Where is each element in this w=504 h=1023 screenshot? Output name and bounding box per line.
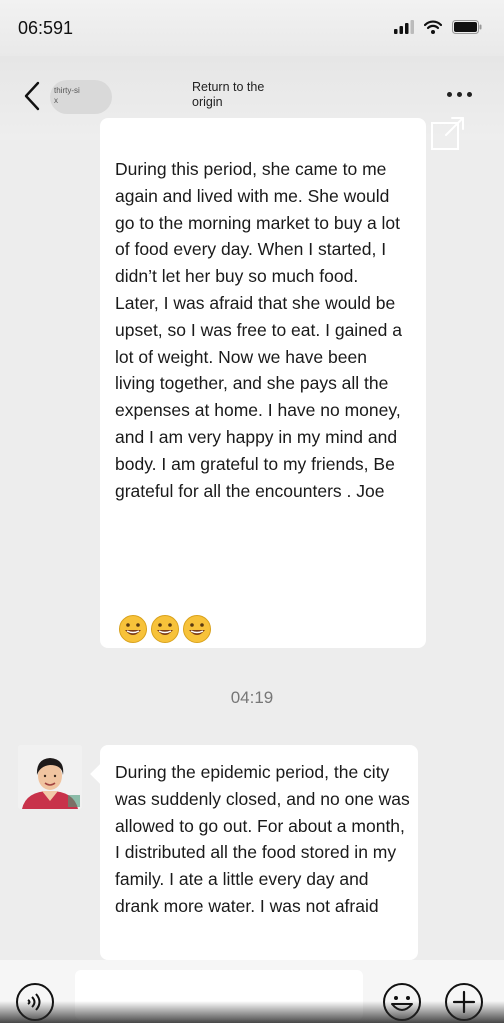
avatar[interactable] <box>18 745 82 809</box>
message-bubble[interactable]: During this period, she came to me again… <box>100 118 426 648</box>
chat-area[interactable]: During this period, she came to me again… <box>0 100 504 960</box>
emoji-row <box>118 614 212 644</box>
grinning-face-emoji <box>119 615 147 643</box>
status-time: 06:591 <box>18 18 74 38</box>
message-text: During the epidemic period, the city was… <box>115 762 415 916</box>
status-icons <box>394 20 482 34</box>
input-bar <box>0 960 504 1023</box>
more-dot <box>447 92 452 97</box>
signal-icon <box>394 20 414 34</box>
status-bar: 06:591 <box>0 0 504 56</box>
more-dot <box>467 92 472 97</box>
share-icon[interactable] <box>430 115 466 151</box>
message-bubble[interactable]: During the epidemic period, the city was… <box>100 745 418 960</box>
avatar-portrait <box>18 745 82 809</box>
grinning-face-emoji <box>183 615 211 643</box>
message-text: During this period, she came to me again… <box>115 159 407 501</box>
message-timestamp: 04:19 <box>230 688 274 707</box>
battery-icon <box>452 20 482 34</box>
wifi-icon <box>424 20 442 34</box>
grinning-face-emoji <box>151 615 179 643</box>
home-indicator <box>0 1001 504 1023</box>
more-dot <box>457 92 462 97</box>
more-button[interactable] <box>447 92 472 97</box>
